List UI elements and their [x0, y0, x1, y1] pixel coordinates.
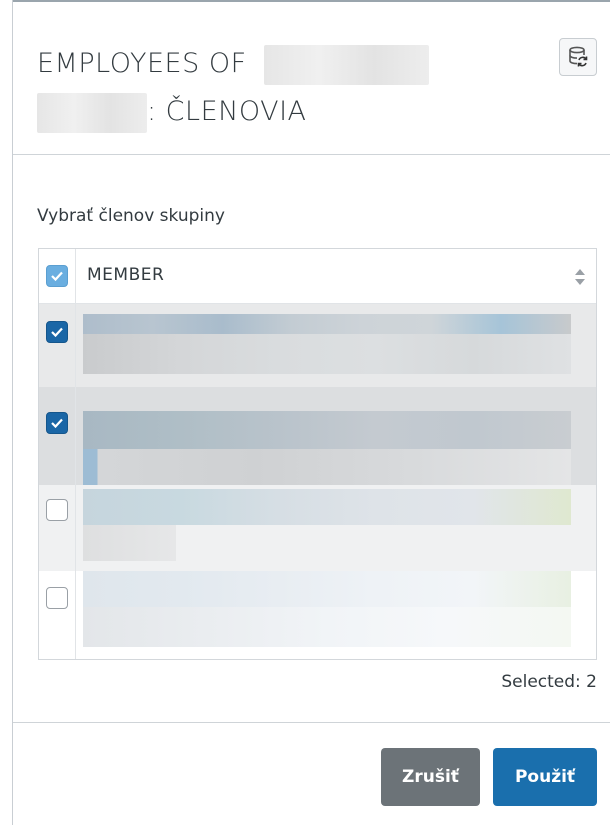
redacted-member-name: [83, 411, 571, 449]
redacted-member-detail: [83, 607, 571, 647]
redacted-member-name: [83, 489, 571, 525]
title-suffix: : ČLENOVIA: [147, 96, 307, 127]
redacted-member-detail: [83, 449, 571, 485]
table-row[interactable]: [39, 485, 596, 571]
dialog-header: EMPLOYEES OF : ČLENOVIA: [13, 2, 610, 155]
group-members-subtitle: Vybrať členov skupiny: [37, 206, 225, 226]
redacted-member-detail: [83, 525, 176, 561]
check-icon: [51, 271, 63, 282]
redacted-organization-name: [263, 44, 429, 85]
selected-count: Selected: 2: [501, 672, 597, 692]
refresh-button[interactable]: [559, 38, 597, 76]
members-table: MEMBER: [38, 248, 597, 660]
check-icon: [51, 327, 63, 338]
redacted-member-name: [83, 314, 571, 334]
row-checkbox[interactable]: [46, 321, 68, 343]
row-checkbox[interactable]: [46, 412, 68, 434]
table-row[interactable]: [39, 387, 596, 485]
checkbox-column-divider: [75, 249, 76, 659]
refresh-database-icon: [569, 46, 588, 67]
footer-divider: [13, 722, 610, 723]
apply-button[interactable]: Použiť: [493, 748, 597, 806]
table-row[interactable]: [39, 571, 596, 659]
redacted-organization-name-continued: [37, 92, 147, 133]
cancel-button[interactable]: Zrušiť: [381, 748, 480, 806]
dialog-title: EMPLOYEES OF : ČLENOVIA: [37, 40, 507, 136]
row-checkbox[interactable]: [46, 587, 68, 609]
select-all-checkbox[interactable]: [46, 265, 68, 287]
member-selection-dialog: EMPLOYEES OF : ČLENOVIA Vybrať členov sk…: [12, 0, 610, 825]
sort-icon[interactable]: [574, 267, 586, 287]
redacted-member-name: [83, 571, 571, 607]
check-icon: [51, 418, 63, 429]
member-column-header[interactable]: MEMBER: [87, 265, 164, 285]
title-prefix: EMPLOYEES OF: [37, 48, 247, 79]
redacted-member-detail: [83, 334, 571, 374]
table-row[interactable]: [39, 304, 596, 387]
table-header: MEMBER: [39, 249, 596, 304]
row-checkbox[interactable]: [46, 499, 68, 521]
